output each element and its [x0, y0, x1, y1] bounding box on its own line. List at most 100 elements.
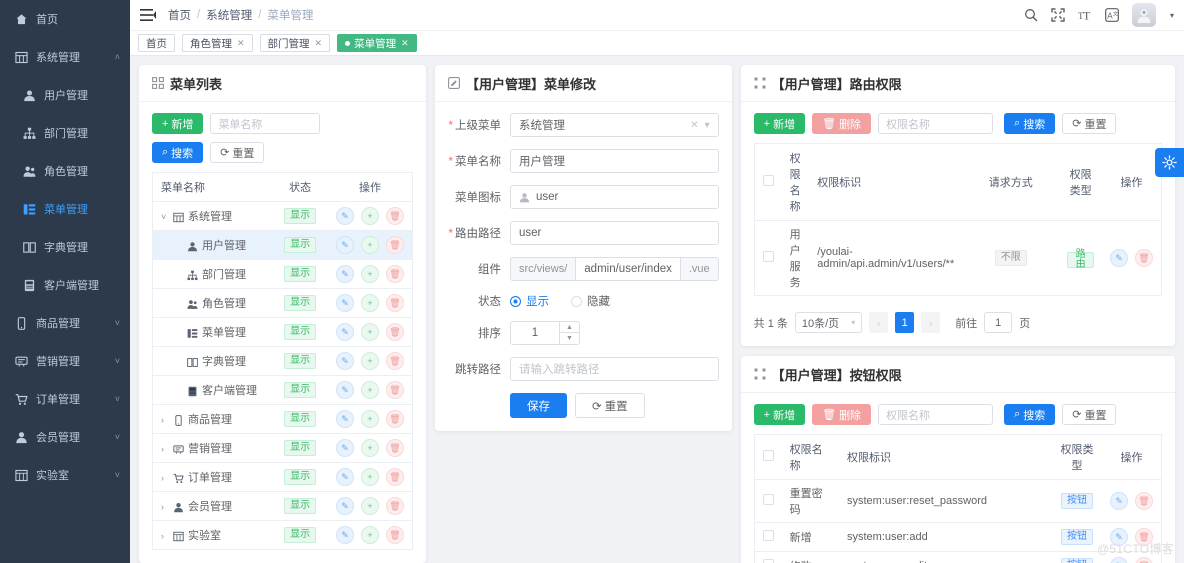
menu-reset-button[interactable]: ⟳ 重置: [210, 142, 265, 163]
edit-icon[interactable]: ✎: [1109, 557, 1128, 563]
stepper-up-icon[interactable]: ▲: [560, 322, 579, 333]
btnperm-name-input[interactable]: 权限名称: [878, 404, 994, 425]
btnperm-delete-button[interactable]: 🗑 删除: [812, 404, 872, 425]
edit-icon[interactable]: ✎: [1109, 249, 1128, 267]
plus-icon[interactable]: +: [360, 439, 379, 457]
trash-icon[interactable]: 🗑: [385, 410, 404, 428]
plus-icon[interactable]: +: [360, 468, 379, 486]
menu-add-button[interactable]: + 新增: [152, 113, 204, 134]
edit-icon[interactable]: ✎: [335, 497, 354, 515]
tree-toggle-icon[interactable]: ›: [161, 415, 172, 425]
button-row-0[interactable]: 重置密码 system:user:reset_password 按钮 ✎ 🗑: [754, 479, 1161, 523]
menu-row-10[interactable]: › 会员管理 显示 ✎ + 🗑: [153, 491, 412, 521]
edit-icon[interactable]: ✎: [335, 381, 354, 399]
save-button[interactable]: 保存: [510, 393, 567, 418]
chevron-down-icon[interactable]: ▾: [1170, 11, 1174, 20]
form-reset-button[interactable]: ⟳ 重置: [575, 393, 645, 418]
status-show-radio[interactable]: 显示: [510, 293, 549, 309]
route-name-input[interactable]: 权限名称: [878, 113, 994, 134]
settings-panel-toggle[interactable]: [1155, 148, 1184, 177]
menu-row-9[interactable]: › 订单管理 显示 ✎ + 🗑: [153, 462, 412, 492]
sidebar-item-0[interactable]: 首页: [0, 0, 130, 38]
menu-row-8[interactable]: › 营销管理 显示 ✎ + 🗑: [153, 433, 412, 463]
row-checkbox[interactable]: [762, 559, 774, 563]
trash-icon[interactable]: 🗑: [385, 236, 404, 254]
sidebar-item-3[interactable]: 部门管理: [0, 114, 130, 152]
tree-toggle-icon[interactable]: ›: [161, 473, 172, 483]
menu-row-3[interactable]: 角色管理 显示 ✎ + 🗑: [153, 288, 412, 318]
menu-name-input[interactable]: 菜单名称: [210, 113, 321, 134]
font-size-icon[interactable]: T T: [1078, 8, 1093, 23]
fullscreen-icon[interactable]: [1051, 8, 1066, 23]
breadcrumb-item-0[interactable]: 首页: [168, 7, 191, 23]
edit-icon[interactable]: ✎: [335, 410, 354, 428]
row-checkbox[interactable]: [762, 530, 774, 541]
close-icon[interactable]: ✕: [315, 38, 323, 49]
search-icon[interactable]: [1024, 8, 1039, 23]
edit-icon[interactable]: ✎: [335, 439, 354, 457]
row-checkbox[interactable]: [762, 494, 774, 505]
stepper-down-icon[interactable]: ▼: [560, 333, 579, 344]
select-all-checkbox[interactable]: [762, 175, 774, 186]
trash-icon[interactable]: 🗑: [1134, 557, 1153, 563]
prev-page-button[interactable]: ‹: [869, 312, 889, 333]
trash-icon[interactable]: 🗑: [385, 265, 404, 283]
sort-value[interactable]: 1: [511, 322, 559, 344]
edit-icon[interactable]: ✎: [335, 294, 354, 312]
trash-icon[interactable]: 🗑: [1134, 492, 1153, 510]
menu-row-2[interactable]: 部门管理 显示 ✎ + 🗑: [153, 259, 412, 289]
menu-row-1[interactable]: 用户管理 显示 ✎ + 🗑: [153, 230, 412, 260]
parent-menu-select[interactable]: 系统管理 ✕ ▾: [510, 113, 719, 137]
trash-icon[interactable]: 🗑: [385, 439, 404, 457]
plus-icon[interactable]: +: [360, 323, 379, 341]
close-icon[interactable]: ✕: [237, 38, 245, 49]
menu-search-button[interactable]: ⌕ 搜索: [152, 142, 204, 163]
edit-icon[interactable]: ✎: [335, 352, 354, 370]
row-checkbox[interactable]: [762, 251, 774, 262]
sidebar-item-12[interactable]: 实验室 ˅: [0, 456, 130, 494]
sidebar-item-10[interactable]: 订单管理 ˅: [0, 380, 130, 418]
route-search-button[interactable]: ⌕ 搜索: [1004, 113, 1056, 134]
chevron-down-icon[interactable]: ▾: [705, 120, 710, 131]
clear-icon[interactable]: ✕: [690, 120, 698, 131]
close-icon[interactable]: ✕: [401, 38, 409, 49]
plus-icon[interactable]: +: [360, 526, 379, 544]
tree-toggle-icon[interactable]: ›: [161, 531, 172, 541]
edit-icon[interactable]: ✎: [335, 526, 354, 544]
trash-icon[interactable]: 🗑: [385, 294, 404, 312]
trash-icon[interactable]: 🗑: [1134, 249, 1153, 267]
trash-icon[interactable]: 🗑: [385, 323, 404, 341]
menu-row-6[interactable]: 客户端管理 显示 ✎ + 🗑: [153, 375, 412, 405]
sidebar-item-11[interactable]: 会员管理 ˅: [0, 418, 130, 456]
sidebar-item-8[interactable]: 商品管理 ˅: [0, 304, 130, 342]
tab-2[interactable]: 部门管理 ✕: [259, 34, 331, 52]
edit-icon[interactable]: ✎: [335, 236, 354, 254]
component-field[interactable]: admin/user/index: [575, 257, 681, 281]
sidebar-item-7[interactable]: 客户端管理: [0, 266, 130, 304]
menu-row-7[interactable]: › 商品管理 显示 ✎ + 🗑: [153, 404, 412, 434]
trash-icon[interactable]: 🗑: [385, 352, 404, 370]
goto-page-input[interactable]: 1: [984, 312, 1013, 333]
plus-icon[interactable]: +: [360, 352, 379, 370]
breadcrumb-item-1[interactable]: 系统管理: [206, 7, 252, 23]
page-size-select[interactable]: 10条/页 ▾: [794, 312, 863, 333]
plus-icon[interactable]: +: [360, 294, 379, 312]
trash-icon[interactable]: 🗑: [385, 381, 404, 399]
plus-icon[interactable]: +: [360, 207, 379, 225]
plus-icon[interactable]: +: [360, 381, 379, 399]
hamburger-icon[interactable]: [140, 9, 156, 21]
edit-icon[interactable]: ✎: [335, 468, 354, 486]
redirect-field[interactable]: 请输入跳转路径: [510, 357, 719, 381]
sort-stepper[interactable]: 1 ▲ ▼: [510, 321, 580, 345]
btnperm-search-button[interactable]: ⌕ 搜索: [1004, 404, 1056, 425]
tree-toggle-icon[interactable]: ˅: [161, 212, 172, 222]
menu-row-11[interactable]: › 实验室 显示 ✎ + 🗑: [153, 520, 412, 550]
sidebar-item-4[interactable]: 角色管理: [0, 152, 130, 190]
sidebar-item-1[interactable]: 系统管理 ˄: [0, 38, 130, 76]
plus-icon[interactable]: +: [360, 265, 379, 283]
btnperm-add-button[interactable]: + 新增: [753, 404, 806, 425]
btnperm-reset-button[interactable]: ⟳ 重置: [1062, 404, 1117, 425]
menu-row-4[interactable]: 菜单管理 显示 ✎ + 🗑: [153, 317, 412, 347]
tab-0[interactable]: 首页: [138, 34, 175, 52]
tree-toggle-icon[interactable]: ›: [161, 502, 172, 512]
